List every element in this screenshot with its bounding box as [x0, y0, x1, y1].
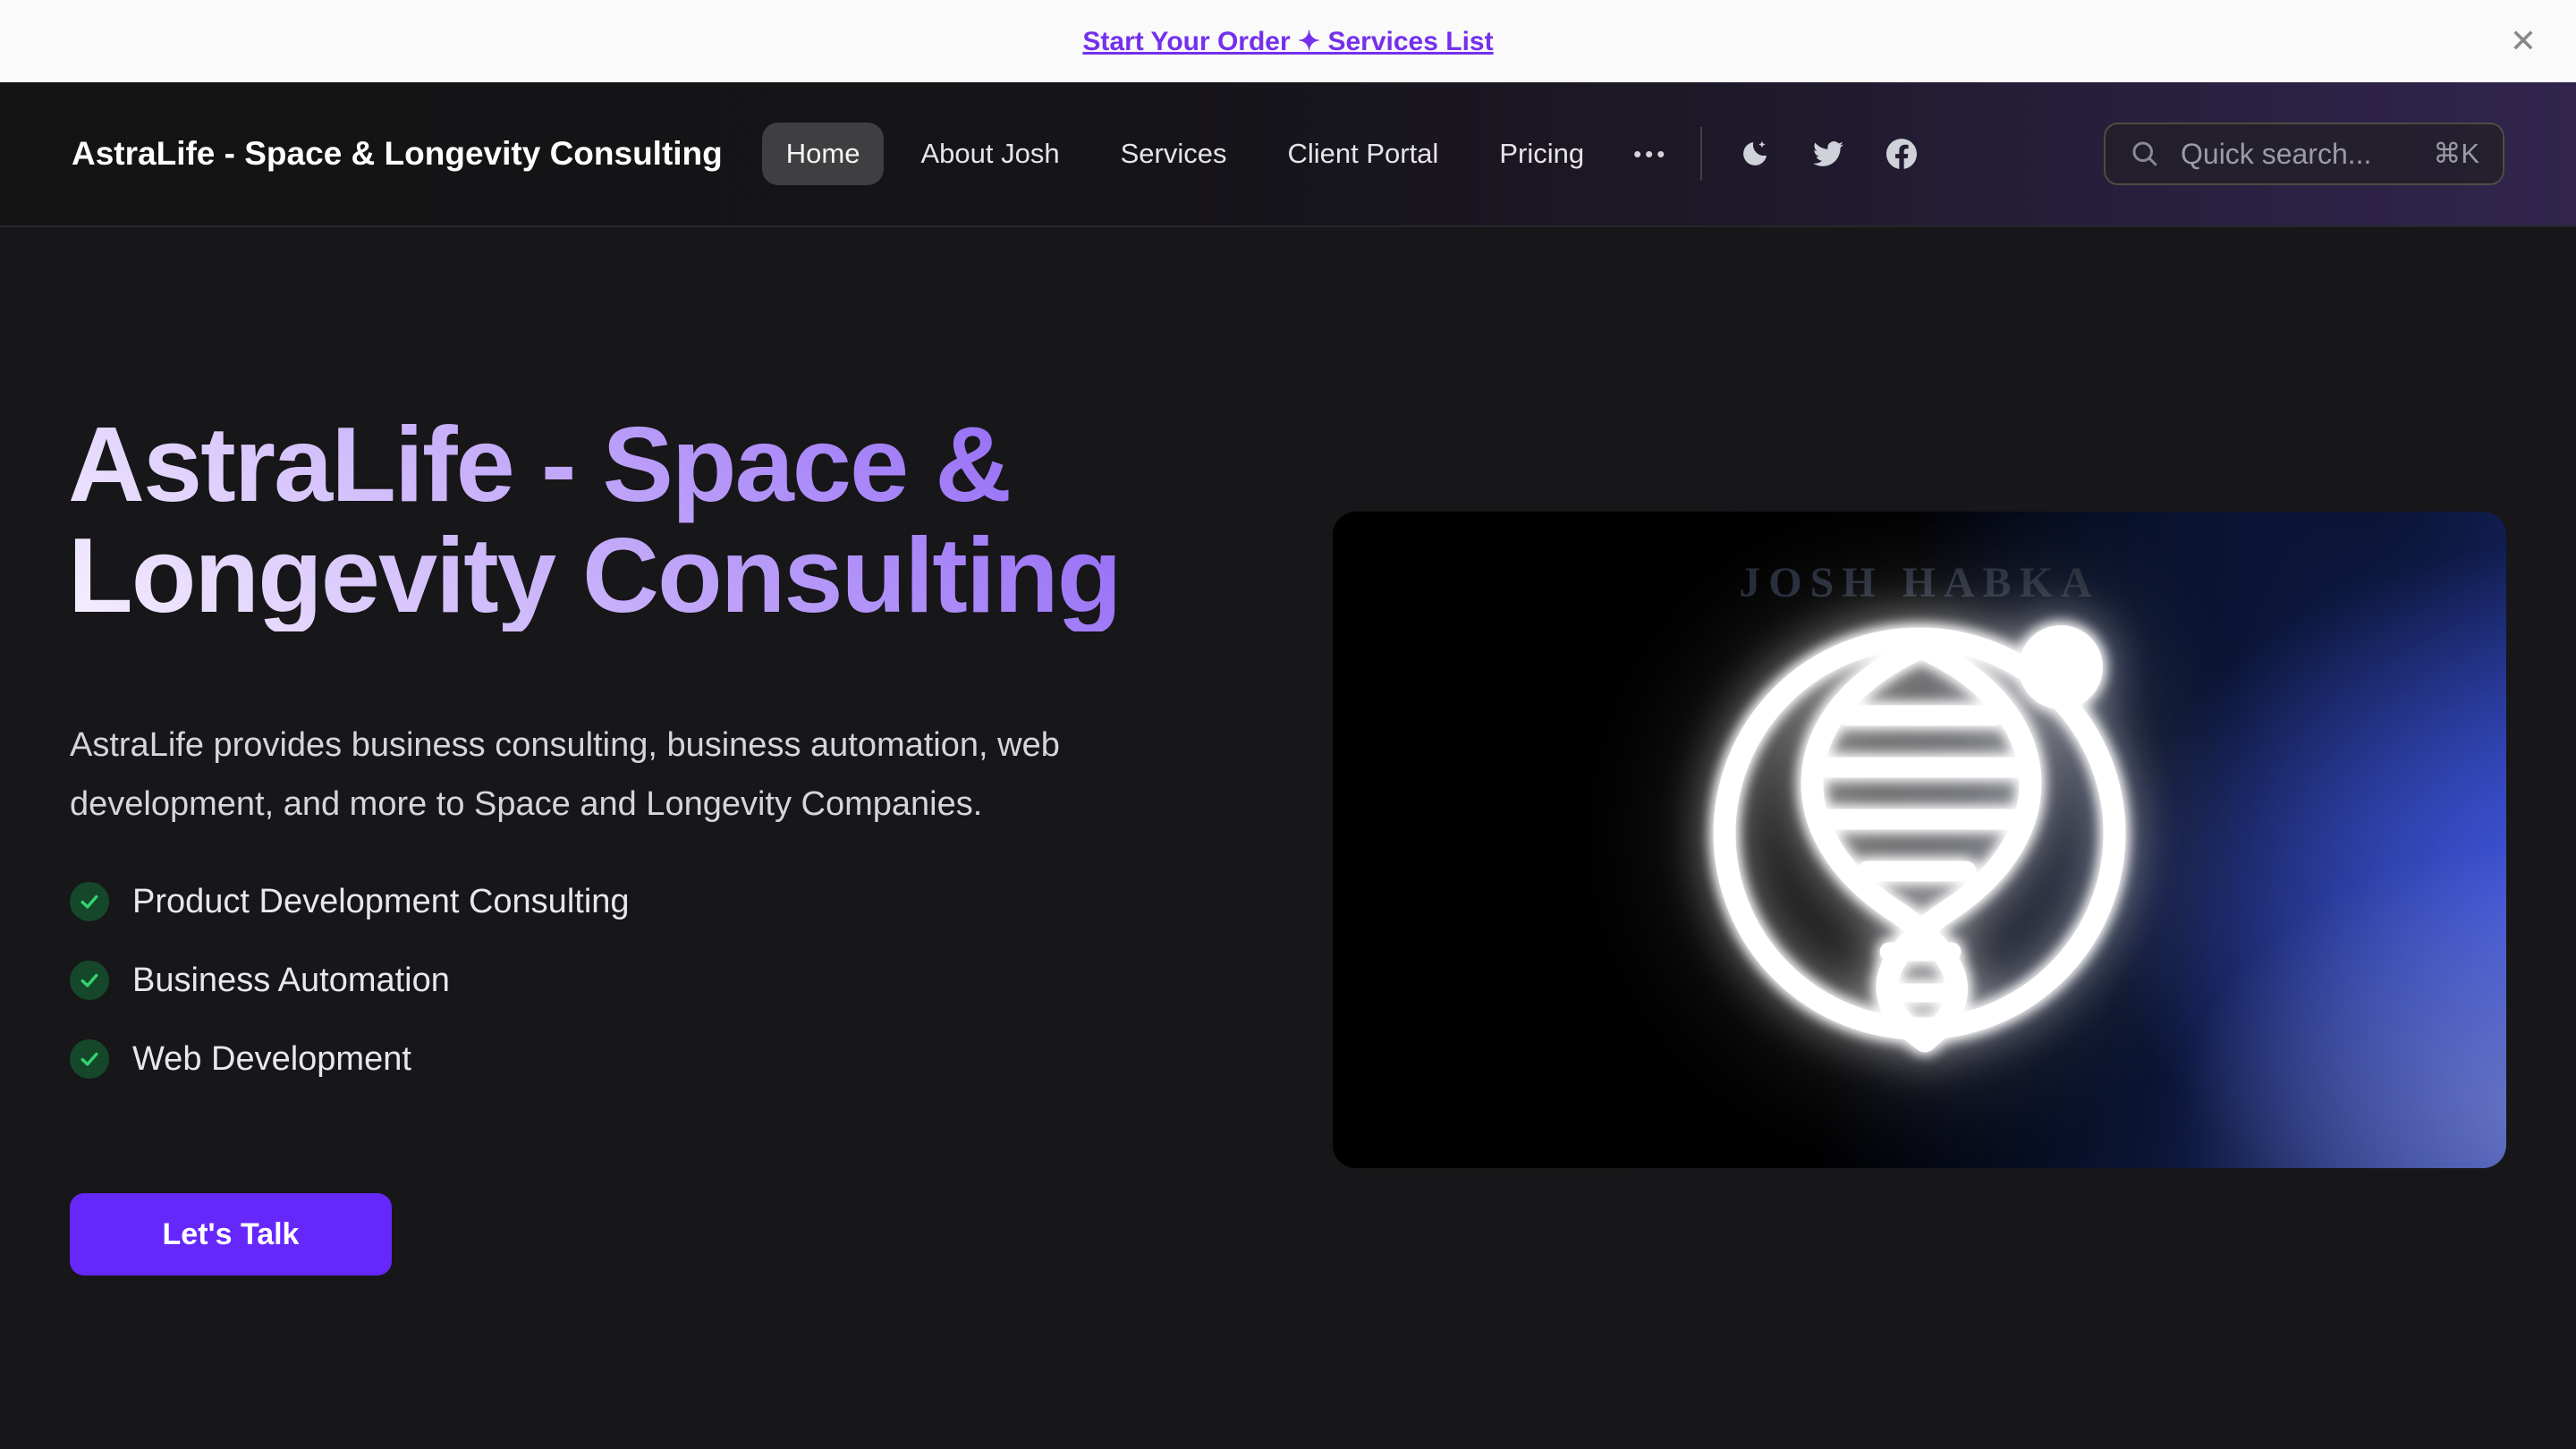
list-item: Business Automation: [70, 959, 630, 1002]
nav-links: Home About Josh Services Client Portal P…: [762, 123, 1682, 185]
close-icon[interactable]: ✕: [2504, 24, 2542, 58]
nav-item-home[interactable]: Home: [762, 123, 885, 185]
quick-search[interactable]: ⌘K: [2104, 123, 2504, 185]
page: Start Your Order ✦ Services List ✕ Astra…: [0, 0, 2576, 1449]
hero-description: AstraLife provides business consulting, …: [70, 716, 1179, 834]
moon-icon: [1740, 134, 1770, 174]
feature-checklist: Product Development Consulting Business …: [70, 880, 630, 1080]
check-icon: [70, 1039, 109, 1079]
list-item: Product Development Consulting: [70, 880, 630, 923]
facebook-link[interactable]: [1881, 133, 1922, 174]
announcement-link[interactable]: Start Your Order ✦ Services List: [1082, 26, 1493, 57]
checklist-label: Product Development Consulting: [132, 883, 630, 921]
list-item: Web Development: [70, 1038, 630, 1080]
site-title[interactable]: AstraLife - Space & Longevity Consulting: [72, 135, 723, 173]
announcement-bar: Start Your Order ✦ Services List ✕: [0, 0, 2576, 82]
search-icon: [2129, 138, 2161, 170]
nav-item-pricing[interactable]: Pricing: [1475, 123, 1608, 185]
checklist-label: Business Automation: [132, 962, 450, 1000]
nav-item-about-josh[interactable]: About Josh: [896, 123, 1083, 185]
nav-divider: [1700, 127, 1702, 181]
more-menu-icon[interactable]: •••: [1621, 131, 1681, 177]
search-shortcut: ⌘K: [2433, 138, 2479, 170]
dark-mode-toggle[interactable]: [1734, 133, 1775, 174]
twitter-link[interactable]: [1808, 133, 1849, 174]
nav-item-services[interactable]: Services: [1097, 123, 1251, 185]
twitter-icon: [1813, 134, 1843, 174]
navbar: AstraLife - Space & Longevity Consulting…: [0, 82, 2576, 227]
lets-talk-button[interactable]: Let's Talk: [70, 1193, 392, 1275]
checklist-label: Web Development: [132, 1040, 411, 1079]
search-input[interactable]: [2179, 137, 2415, 172]
check-icon: [70, 961, 109, 1000]
page-title: AstraLife - Space & Longevity Consulting: [68, 410, 1320, 631]
nav-item-client-portal[interactable]: Client Portal: [1263, 123, 1462, 185]
check-icon: [70, 882, 109, 921]
nav-icons: [1734, 133, 1922, 174]
dna-logo-icon: [1624, 530, 2215, 1138]
facebook-icon: [1886, 134, 1917, 174]
hero-card: JOSH HABKA: [1333, 512, 2506, 1168]
